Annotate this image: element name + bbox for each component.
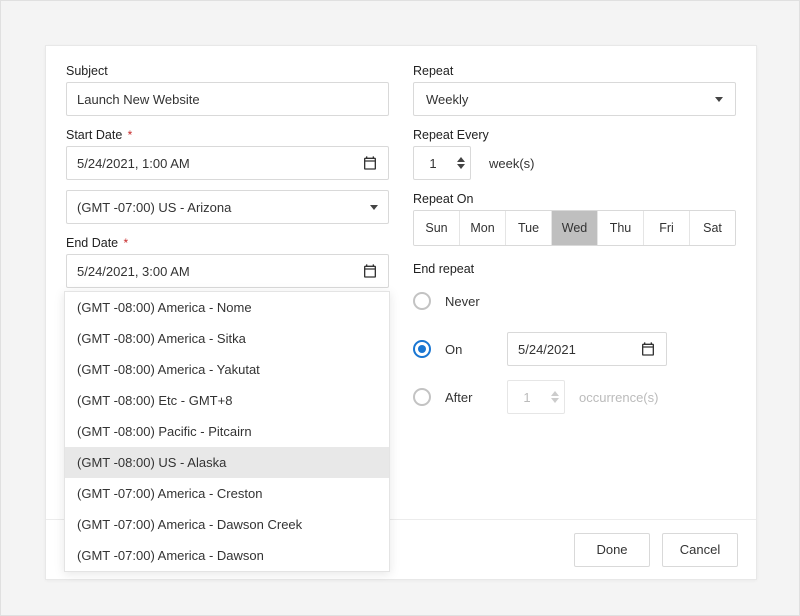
required-indicator: * [120,236,128,250]
day-button-mon[interactable]: Mon [460,211,506,245]
end-on-date-value: 5/24/2021 [518,342,576,357]
start-date-input[interactable]: 5/24/2021, 1:00 AM [66,146,389,180]
calendar-icon[interactable] [362,155,378,171]
day-button-sat[interactable]: Sat [690,211,735,245]
spinner-up-icon[interactable] [551,391,559,396]
done-button[interactable]: Done [574,533,650,567]
end-on-date-input[interactable]: 5/24/2021 [507,332,667,366]
end-never-label: Never [445,294,493,309]
cancel-button[interactable]: Cancel [662,533,738,567]
end-option-on[interactable]: On 5/24/2021 [413,332,736,366]
chevron-down-icon [715,97,723,102]
day-button-thu[interactable]: Thu [598,211,644,245]
repeat-on-label: Repeat On [413,192,736,206]
end-after-spinner[interactable]: 1 [507,380,565,414]
timezone-option[interactable]: (GMT -07:00) America - Dawson [65,540,389,571]
repeat-every-label: Repeat Every [413,128,736,142]
timezone-option[interactable]: (GMT -08:00) America - Sitka [65,323,389,354]
repeat-select[interactable]: Weekly [413,82,736,116]
end-option-after[interactable]: After 1 occurrence(s) [413,380,736,414]
spinner-up-icon[interactable] [457,157,465,162]
end-option-never[interactable]: Never [413,284,736,318]
required-indicator: * [124,128,132,142]
radio-after[interactable] [413,388,431,406]
subject-label: Subject [66,64,389,78]
end-repeat-label: End repeat [413,262,736,276]
repeat-every-units: week(s) [489,156,535,171]
timezone-option[interactable]: (GMT -08:00) US - Alaska [65,447,389,478]
end-date-label: End Date * [66,236,389,250]
spinner-down-icon[interactable] [457,164,465,169]
spinner-down-icon[interactable] [551,398,559,403]
end-date-value: 5/24/2021, 3:00 AM [77,264,354,279]
subject-value: Launch New Website [77,92,378,107]
repeat-value: Weekly [426,92,468,107]
repeat-on-days: Sun Mon Tue Wed Thu Fri Sat [413,210,736,246]
day-button-sun[interactable]: Sun [414,211,460,245]
timezone-option[interactable]: (GMT -07:00) America - Creston [65,478,389,509]
end-date-input[interactable]: 5/24/2021, 3:00 AM [66,254,389,288]
radio-on[interactable] [413,340,431,358]
right-column: Repeat Weekly Repeat Every 1 week(s) Rep… [413,62,736,519]
timezone-option[interactable]: (GMT -08:00) America - Nome [65,292,389,323]
end-after-label: After [445,390,493,405]
timezone-option[interactable]: (GMT -07:00) America - Dawson Creek [65,509,389,540]
timezone-option[interactable]: (GMT -08:00) America - Yakutat [65,354,389,385]
day-button-tue[interactable]: Tue [506,211,552,245]
repeat-every-value: 1 [414,156,452,171]
start-date-value: 5/24/2021, 1:00 AM [77,156,354,171]
start-date-label: Start Date * [66,128,389,142]
repeat-label: Repeat [413,64,736,78]
radio-never[interactable] [413,292,431,310]
timezone-option[interactable]: (GMT -08:00) Etc - GMT+8 [65,385,389,416]
repeat-every-spinner[interactable]: 1 [413,146,471,180]
day-button-fri[interactable]: Fri [644,211,690,245]
start-timezone-select[interactable]: (GMT -07:00) US - Arizona [66,190,389,224]
day-button-wed[interactable]: Wed [552,211,598,245]
calendar-icon[interactable] [640,341,656,357]
timezone-option[interactable]: (GMT -08:00) Pacific - Pitcairn [65,416,389,447]
end-on-label: On [445,342,493,357]
calendar-icon[interactable] [362,263,378,279]
end-after-units: occurrence(s) [579,390,658,405]
end-after-count: 1 [508,390,546,405]
subject-input[interactable]: Launch New Website [66,82,389,116]
timezone-dropdown-list[interactable]: (GMT -08:00) America - Nome(GMT -08:00) … [64,291,390,572]
chevron-down-icon [370,205,378,210]
start-timezone-value: (GMT -07:00) US - Arizona [77,200,362,215]
